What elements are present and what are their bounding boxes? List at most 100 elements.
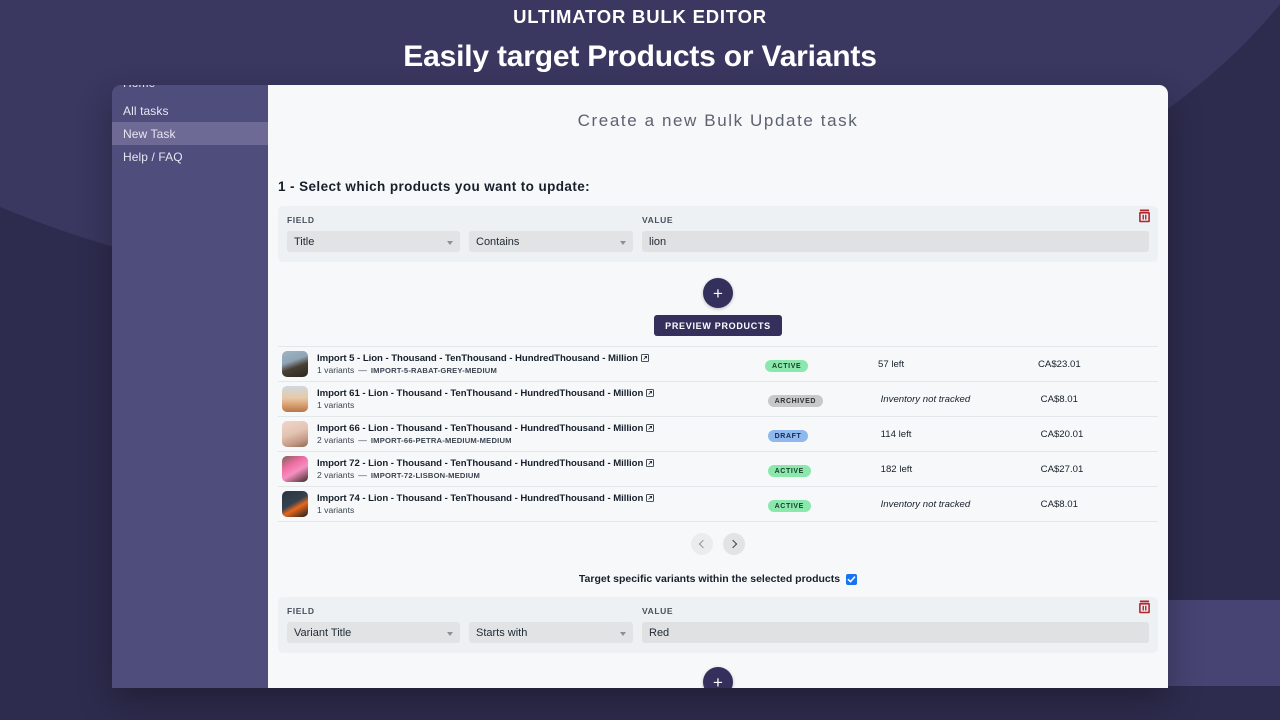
chevron-down-icon: [620, 632, 626, 636]
product-results-table: Import 5 - Lion - Thousand - TenThousand…: [278, 346, 1158, 522]
product-info: Import 72 - Lion - Thousand - TenThousan…: [317, 458, 768, 480]
product-price: CA$20.01: [1041, 429, 1154, 440]
product-status-cell: ARCHIVED: [768, 390, 881, 408]
pagination: [268, 533, 1168, 555]
external-link-icon[interactable]: [646, 494, 654, 502]
external-link-icon[interactable]: [646, 424, 654, 432]
product-status-cell: DRAFT: [768, 425, 881, 443]
product-filter-card: FIELD VALUE Title Contains lion: [278, 206, 1158, 262]
value-column-label: VALUE: [642, 215, 1149, 225]
variant-field-column-label: FIELD: [287, 606, 642, 616]
product-thumbnail: [282, 421, 308, 447]
product-title-text: Import 66 - Lion - Thousand - TenThousan…: [317, 423, 643, 434]
product-operator-select[interactable]: Contains: [469, 231, 633, 252]
product-variant-summary: 1 variants: [317, 400, 768, 410]
product-price: CA$8.01: [1041, 394, 1154, 405]
add-variant-filter-button[interactable]: +: [703, 667, 733, 688]
product-title-text: Import 5 - Lion - Thousand - TenThousand…: [317, 353, 638, 364]
product-sku: IMPORT-5-RABAT-GREY-MEDIUM: [371, 366, 497, 375]
product-variant-count: 1 variants: [317, 505, 354, 515]
chevron-down-icon: [447, 632, 453, 636]
status-badge: ACTIVE: [768, 500, 811, 512]
sidebar-item-all-tasks[interactable]: All tasks: [112, 99, 268, 122]
sidebar-item-home[interactable]: Home: [112, 85, 268, 99]
product-info: Import 66 - Lion - Thousand - TenThousan…: [317, 423, 768, 445]
variant-field-select[interactable]: Variant Title: [287, 622, 460, 643]
product-variant-count: 2 variants: [317, 470, 354, 480]
table-row[interactable]: Import 66 - Lion - Thousand - TenThousan…: [278, 417, 1158, 452]
product-price: CA$27.01: [1041, 464, 1154, 475]
add-product-filter-button[interactable]: +: [703, 278, 733, 308]
chevron-down-icon: [620, 241, 626, 245]
table-row[interactable]: Import 72 - Lion - Thousand - TenThousan…: [278, 452, 1158, 487]
product-inventory: 114 left: [881, 429, 1041, 440]
sidebar-item-help-faq[interactable]: Help / FAQ: [112, 145, 268, 168]
variant-targeting-checkbox[interactable]: [846, 574, 857, 585]
product-title-text: Import 74 - Lion - Thousand - TenThousan…: [317, 493, 643, 504]
product-price: CA$8.01: [1041, 499, 1154, 510]
product-field-select-value: Title: [294, 236, 314, 248]
variant-value-input[interactable]: Red: [642, 622, 1149, 643]
status-badge: ARCHIVED: [768, 395, 823, 407]
product-inventory: 57 left: [878, 359, 1038, 370]
sidebar-item-label: Help / FAQ: [123, 150, 183, 164]
variant-filter-controls: Variant Title Starts with Red: [287, 622, 1149, 643]
step-1-heading: 1 - Select which products you want to up…: [278, 179, 1168, 194]
preview-products-button[interactable]: PREVIEW PRODUCTS: [654, 315, 782, 336]
product-title-text: Import 61 - Lion - Thousand - TenThousan…: [317, 388, 643, 399]
product-field-select[interactable]: Title: [287, 231, 460, 252]
pagination-previous-button[interactable]: [691, 533, 713, 555]
product-price: CA$23.01: [1038, 359, 1154, 370]
table-row[interactable]: Import 5 - Lion - Thousand - TenThousand…: [278, 347, 1158, 382]
variant-value-input-value: Red: [649, 627, 669, 639]
product-title: Import 5 - Lion - Thousand - TenThousand…: [317, 353, 765, 364]
app-window: Home All tasksNew Task Help / FAQ Create a…: [112, 85, 1168, 688]
product-inventory: Inventory not tracked: [881, 394, 1041, 405]
product-title-text: Import 72 - Lion - Thousand - TenThousan…: [317, 458, 643, 469]
status-badge: ACTIVE: [768, 465, 811, 477]
sidebar-item-label: Home: [123, 85, 155, 90]
product-sku: IMPORT-72-LISBON-MEDIUM: [371, 471, 480, 480]
product-variant-count: 1 variants: [317, 365, 354, 375]
product-info: Import 61 - Lion - Thousand - TenThousan…: [317, 388, 768, 410]
field-column-label: FIELD: [287, 215, 642, 225]
sidebar-item-new-task[interactable]: New Task: [112, 122, 268, 145]
product-variant-count: 2 variants: [317, 435, 354, 445]
product-status-cell: ACTIVE: [768, 460, 881, 478]
external-link-icon[interactable]: [646, 389, 654, 397]
trash-icon[interactable]: [1138, 209, 1151, 223]
product-thumbnail: [282, 491, 308, 517]
page-title: Easily target Products or Variants: [0, 40, 1280, 74]
product-filter-column-labels: FIELD VALUE: [287, 215, 1149, 225]
variant-targeting-toggle-row: Target specific variants within the sele…: [268, 573, 1168, 585]
variant-value-column-label: VALUE: [642, 606, 1149, 616]
product-variant-summary: 1 variants—IMPORT-5-RABAT-GREY-MEDIUM: [317, 365, 765, 375]
product-title: Import 74 - Lion - Thousand - TenThousan…: [317, 493, 768, 504]
chevron-left-icon: [699, 540, 707, 548]
product-variant-summary: 1 variants: [317, 505, 768, 515]
external-link-icon[interactable]: [641, 354, 649, 362]
pagination-next-button[interactable]: [723, 533, 745, 555]
external-link-icon[interactable]: [646, 459, 654, 467]
main-panel: Create a new Bulk Update task 1 - Select…: [268, 85, 1168, 688]
product-value-input[interactable]: lion: [642, 231, 1149, 252]
product-variant-count: 1 variants: [317, 400, 354, 410]
variant-operator-select-value: Starts with: [476, 627, 527, 639]
product-info: Import 74 - Lion - Thousand - TenThousan…: [317, 493, 768, 515]
product-operator-select-value: Contains: [476, 236, 519, 248]
product-value-input-value: lion: [649, 236, 666, 248]
variant-field-select-value: Variant Title: [294, 627, 351, 639]
status-badge: ACTIVE: [765, 360, 808, 372]
table-row[interactable]: Import 61 - Lion - Thousand - TenThousan…: [278, 382, 1158, 417]
product-filter-controls: Title Contains lion: [287, 231, 1149, 252]
table-row[interactable]: Import 74 - Lion - Thousand - TenThousan…: [278, 487, 1158, 522]
variant-operator-select[interactable]: Starts with: [469, 622, 633, 643]
product-title: Import 66 - Lion - Thousand - TenThousan…: [317, 423, 768, 434]
trash-icon[interactable]: [1138, 600, 1151, 614]
product-status-cell: ACTIVE: [765, 355, 878, 373]
product-thumbnail: [282, 351, 308, 377]
variant-filter-column-labels: FIELD VALUE: [287, 606, 1149, 616]
background-bottom-band: [0, 686, 1280, 720]
product-sku: IMPORT-66-PETRA-MEDIUM-MEDIUM: [371, 436, 512, 445]
product-thumbnail: [282, 456, 308, 482]
